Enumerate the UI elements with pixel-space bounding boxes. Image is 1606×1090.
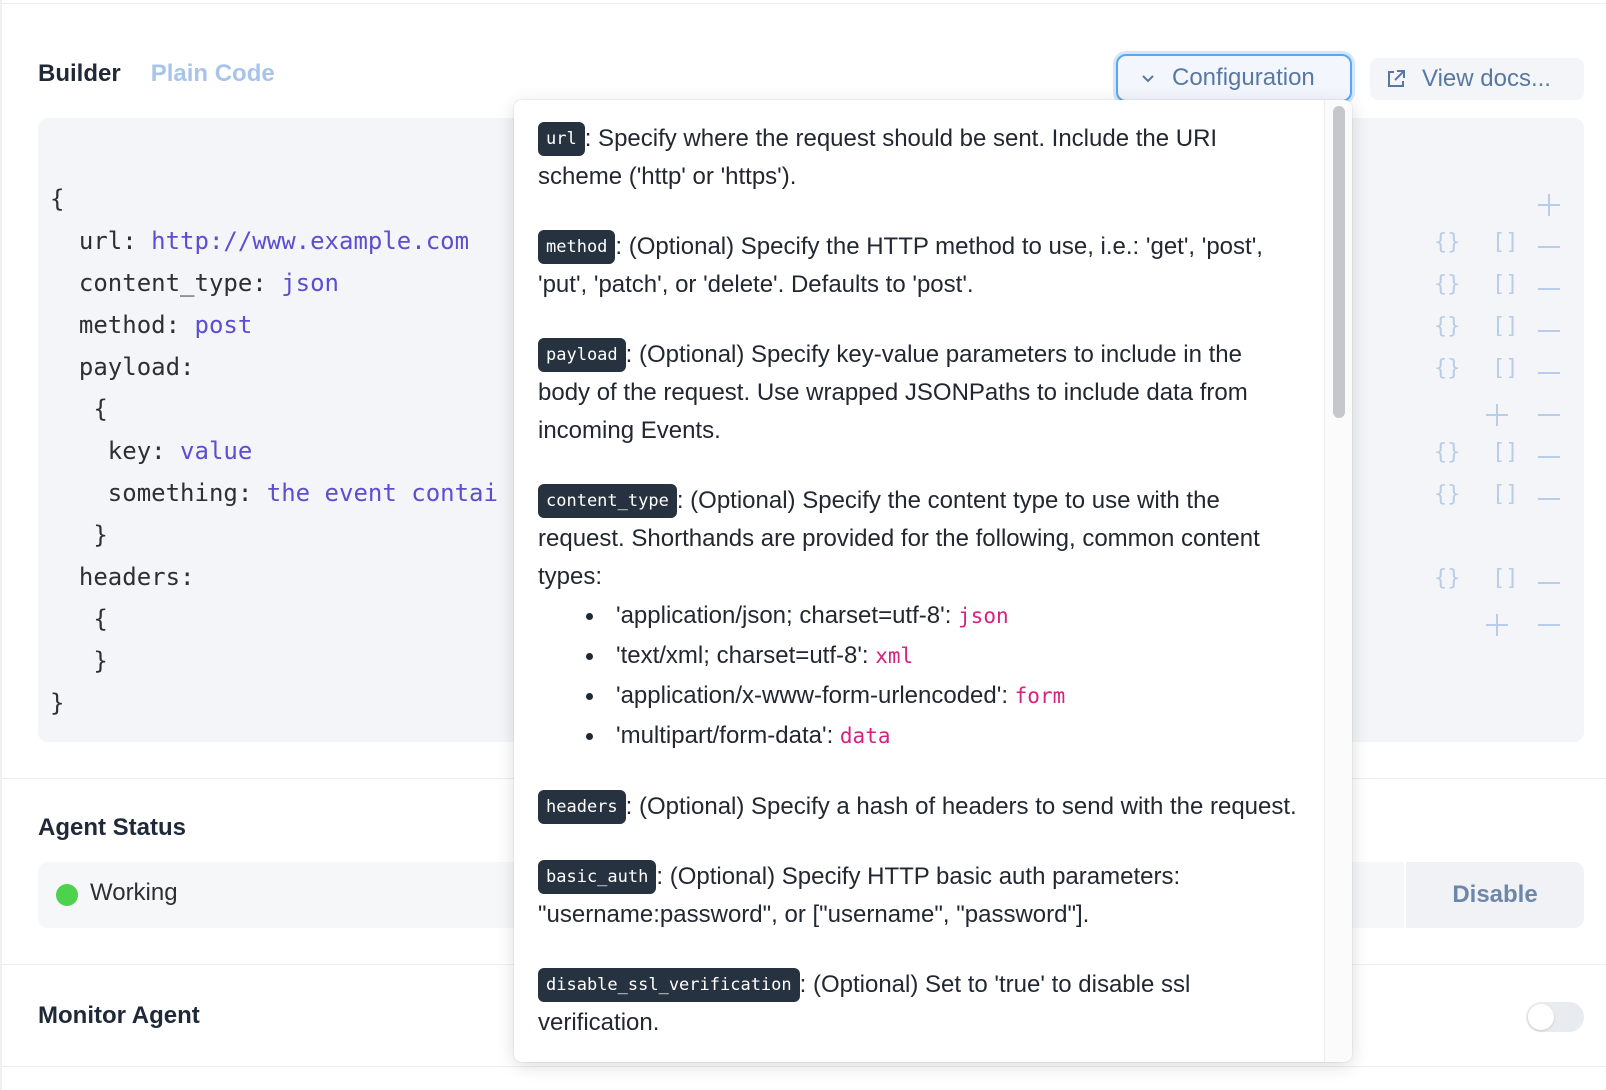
option-tag-headers: headers <box>538 790 626 824</box>
configuration-label: Configuration <box>1172 64 1315 91</box>
doc-disable-ssl: disable_ssl_verification: (Optional) Set… <box>538 966 1298 1042</box>
url-value[interactable]: http://www.example.com <box>151 227 469 255</box>
view-docs-button[interactable]: View docs... <box>1370 58 1584 100</box>
monitor-agent-title: Monitor Agent <box>38 1002 200 1029</box>
remove-icon[interactable] <box>1538 624 1560 626</box>
code-line-something[interactable]: something: the event contai <box>50 472 498 514</box>
list-item: 'application/x-www-form-urlencoded': for… <box>538 676 1298 716</box>
key-value[interactable]: value <box>180 437 252 465</box>
code-line-method[interactable]: method: post <box>50 304 498 346</box>
code-line-content-type[interactable]: content_type: json <box>50 262 498 304</box>
code-line: } <box>93 521 108 549</box>
object-icon[interactable]: {} <box>1434 440 1461 465</box>
content-type-value[interactable]: json <box>281 269 339 297</box>
view-docs-label: View docs... <box>1422 65 1551 92</box>
status-text: Working <box>90 879 178 906</box>
content-type-shorthands: 'application/json; charset=utf-8': json … <box>538 596 1298 756</box>
option-tag-url: url <box>538 122 585 156</box>
section-divider <box>2 1066 1606 1067</box>
remove-icon[interactable] <box>1538 372 1560 374</box>
tab-builder[interactable]: Builder <box>38 60 121 88</box>
array-icon[interactable]: [] <box>1492 230 1519 255</box>
option-tag-content-type: content_type <box>538 484 677 518</box>
add-root-icon[interactable] <box>1538 194 1560 216</box>
code-line: } <box>50 689 65 717</box>
doc-payload: payload: (Optional) Specify key-value pa… <box>538 336 1298 450</box>
object-icon[interactable]: {} <box>1434 482 1461 507</box>
remove-icon[interactable] <box>1538 288 1560 290</box>
array-icon[interactable]: [] <box>1492 440 1519 465</box>
array-icon[interactable]: [] <box>1492 314 1519 339</box>
disable-button[interactable]: Disable <box>1404 862 1584 928</box>
editor-mode-tabs: Builder Plain Code <box>38 60 275 88</box>
object-icon[interactable]: {} <box>1434 356 1461 381</box>
object-icon[interactable]: {} <box>1434 566 1461 591</box>
array-icon[interactable]: [] <box>1492 272 1519 297</box>
doc-basic-auth: basic_auth: (Optional) Specify HTTP basi… <box>538 858 1298 934</box>
remove-icon[interactable] <box>1538 414 1560 416</box>
configuration-docs: url: Specify where the request should be… <box>538 120 1298 1062</box>
tab-plain-code[interactable]: Plain Code <box>151 60 275 88</box>
list-item: 'multipart/form-data': data <box>538 716 1298 756</box>
code-line: { <box>93 395 108 423</box>
add-field-icon[interactable] <box>1486 614 1508 636</box>
object-icon[interactable]: {} <box>1434 314 1461 339</box>
code-line-key[interactable]: key: value <box>50 430 498 472</box>
code-line: { <box>50 185 65 213</box>
code-line-payload[interactable]: payload: <box>50 346 498 388</box>
status-indicator <box>56 884 78 906</box>
code-line-headers[interactable]: headers: <box>50 556 498 598</box>
list-item: 'application/json; charset=utf-8': json <box>538 596 1298 636</box>
remove-icon[interactable] <box>1538 330 1560 332</box>
array-icon[interactable]: [] <box>1492 482 1519 507</box>
scrollbar-thumb[interactable] <box>1333 106 1345 418</box>
method-value[interactable]: post <box>195 311 253 339</box>
agent-status-title: Agent Status <box>38 814 187 841</box>
doc-headers: headers: (Optional) Specify a hash of he… <box>538 788 1298 826</box>
option-tag-payload: payload <box>538 338 626 372</box>
remove-icon[interactable] <box>1538 498 1560 500</box>
array-icon[interactable]: [] <box>1492 356 1519 381</box>
external-link-icon <box>1388 70 1405 87</box>
object-icon[interactable]: {} <box>1434 272 1461 297</box>
doc-method: method: (Optional) Specify the HTTP meth… <box>538 228 1298 304</box>
popover-scrollbar[interactable] <box>1324 100 1352 1062</box>
top-divider <box>0 3 1606 4</box>
code-line-url[interactable]: url: http://www.example.com <box>50 220 498 262</box>
remove-icon[interactable] <box>1538 582 1560 584</box>
option-tag-basic-auth: basic_auth <box>538 860 657 894</box>
list-item: 'text/xml; charset=utf-8': xml <box>538 636 1298 676</box>
code-line: { <box>93 605 108 633</box>
chevron-down-icon <box>1142 75 1154 83</box>
monitor-agent-toggle[interactable] <box>1526 1002 1584 1032</box>
remove-icon[interactable] <box>1538 246 1560 248</box>
remove-icon[interactable] <box>1538 456 1560 458</box>
something-value[interactable]: the event contai <box>267 479 498 507</box>
toggle-knob <box>1528 1004 1554 1030</box>
doc-content-type: content_type: (Optional) Specify the con… <box>538 482 1298 596</box>
array-icon[interactable]: [] <box>1492 566 1519 591</box>
builder-code: { url: http://www.example.com content_ty… <box>50 178 498 724</box>
configuration-button[interactable]: Configuration <box>1116 54 1352 102</box>
doc-url: url: Specify where the request should be… <box>538 120 1298 196</box>
add-field-icon[interactable] <box>1486 404 1508 426</box>
code-line: } <box>93 647 108 675</box>
option-tag-method: method <box>538 230 616 264</box>
option-tag-disable-ssl: disable_ssl_verification <box>538 968 800 1002</box>
object-icon[interactable]: {} <box>1434 230 1461 255</box>
configuration-popover: url: Specify where the request should be… <box>514 100 1352 1062</box>
